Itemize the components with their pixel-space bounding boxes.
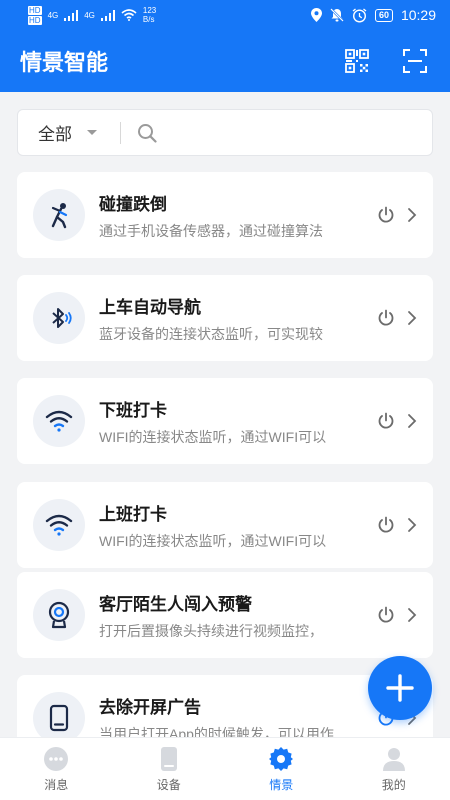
dropdown-arrow-icon [87, 129, 97, 135]
power-icon[interactable] [377, 206, 395, 224]
scene-card[interactable]: 下班打卡 WIFI的连接状态监听，通过WIFI可以 [17, 378, 433, 464]
scene-card[interactable]: 上班打卡 WIFI的连接状态监听，通过WIFI可以 [17, 482, 433, 568]
power-icon[interactable] [377, 309, 395, 327]
bottom-nav: 消息 设备 情景 我的 [0, 737, 450, 800]
nav-label: 消息 [44, 777, 69, 792]
scene-card[interactable]: 上车自动导航 蓝牙设备的连接状态监听，可实现较 [17, 275, 433, 361]
message-icon [44, 746, 69, 771]
wifi-status-icon [121, 9, 137, 21]
chevron-right-icon[interactable] [407, 207, 417, 223]
scene-text: 上班打卡 WIFI的连接状态监听，通过WIFI可以 [99, 500, 363, 551]
scene-title: 上车自动导航 [99, 297, 201, 317]
signal-icon [64, 9, 79, 21]
add-scene-button[interactable] [368, 656, 432, 720]
user-icon [382, 747, 405, 771]
power-icon[interactable] [377, 412, 395, 430]
network-bottom-label: HD [28, 15, 42, 25]
scan-icon [403, 49, 427, 73]
alarm-icon [352, 7, 367, 23]
scene-card[interactable]: 碰撞跌倒 通过手机设备传感器，通过碰撞算法 [17, 172, 433, 258]
plus-icon [386, 674, 414, 702]
scene-icon-badge [33, 395, 85, 447]
clock: 10:29 [400, 7, 436, 23]
scene-description: 蓝牙设备的连接状态监听，可实现较 [99, 325, 323, 342]
search-input[interactable] [167, 123, 412, 142]
scene-text: 客厅陌生人闯入预警 打开后置摄像头持续进行视频监控， [99, 590, 363, 641]
tablet-icon [49, 704, 69, 732]
scene-description: 打开后置摄像头持续进行视频监控， [99, 622, 323, 639]
chevron-right-icon[interactable] [407, 413, 417, 429]
network-top-label: HD [28, 5, 42, 15]
network-type: HD HD [28, 5, 42, 25]
chevron-right-icon[interactable] [407, 517, 417, 533]
wifi-icon [45, 514, 73, 536]
scene-card[interactable]: 客厅陌生人闯入预警 打开后置摄像头持续进行视频监控， [17, 572, 433, 658]
search-bar: 全部 [17, 109, 433, 156]
scene-actions [377, 516, 417, 534]
nav-label: 情景 [269, 777, 294, 792]
app-header: 情景智能 [0, 30, 450, 92]
status-left: HD HD 4G 4G 123 B/s [28, 5, 156, 25]
scene-actions [377, 309, 417, 327]
speed-value: 123 [142, 6, 157, 15]
scene-text: 下班打卡 WIFI的连接状态监听，通过WIFI可以 [99, 396, 363, 447]
scene-title: 上班打卡 [99, 504, 167, 524]
scene-icon-badge [33, 589, 85, 641]
nav-item-messages[interactable]: 消息 [0, 738, 113, 800]
scene-actions [377, 206, 417, 224]
power-icon[interactable] [377, 516, 395, 534]
scene-icon-badge [33, 499, 85, 551]
status-bar: HD HD 4G 4G 123 B/s 60 10:29 [0, 0, 450, 30]
scene-text: 去除开屏广告 当用户打开App的时候触发，可以用作 [99, 693, 363, 744]
scene-description: WIFI的连接状态监听，通过WIFI可以 [99, 428, 327, 445]
scene-description: WIFI的连接状态监听，通过WIFI可以 [99, 532, 327, 549]
scene-actions [377, 606, 417, 624]
signal-icon-2 [100, 9, 115, 21]
power-icon[interactable] [377, 606, 395, 624]
camera-icon [48, 601, 70, 629]
scene-icon-badge [33, 292, 85, 344]
nav-item-devices[interactable]: 设备 [113, 738, 226, 800]
scene-icon-badge [33, 189, 85, 241]
location-icon [310, 8, 322, 22]
mute-bell-icon [330, 8, 344, 22]
scene-text: 碰撞跌倒 通过手机设备传感器，通过碰撞算法 [99, 190, 363, 241]
search-divider [120, 121, 121, 144]
scan-button[interactable] [400, 46, 430, 76]
chevron-right-icon[interactable] [407, 310, 417, 326]
scene-description: 通过手机设备传感器，通过碰撞算法 [99, 222, 323, 239]
signal-label-2: 4G [84, 10, 95, 20]
scene-title: 客厅陌生人闯入预警 [99, 594, 252, 614]
nav-item-scenes[interactable]: 情景 [225, 738, 338, 800]
device-icon [160, 746, 177, 771]
page-title: 情景智能 [20, 50, 109, 75]
signal-label-1: 4G [47, 10, 59, 20]
network-speed: 123 B/s [143, 6, 156, 24]
scene-title: 去除开屏广告 [99, 697, 201, 717]
nav-label: 我的 [381, 777, 406, 792]
scene-title: 下班打卡 [99, 400, 167, 420]
scene-title: 碰撞跌倒 [99, 194, 167, 214]
nav-label: 设备 [156, 777, 181, 792]
search-icon [138, 123, 157, 143]
qr-code-icon [345, 49, 369, 73]
battery-indicator: 60 [374, 8, 393, 22]
speed-unit: B/s [142, 15, 155, 24]
scene-text: 上车自动导航 蓝牙设备的连接状态监听，可实现较 [99, 293, 363, 344]
gear-icon [269, 746, 294, 771]
chevron-right-icon[interactable] [407, 607, 417, 623]
fall-person-icon [51, 203, 68, 229]
filter-label: 全部 [38, 125, 72, 144]
status-right: 60 10:29 [310, 7, 436, 23]
wifi-icon [45, 410, 73, 432]
scene-actions [377, 412, 417, 430]
nav-item-profile[interactable]: 我的 [338, 738, 450, 800]
bluetooth-icon [52, 308, 72, 328]
filter-dropdown[interactable]: 全部 [38, 120, 98, 145]
qr-code-button[interactable] [342, 46, 372, 76]
